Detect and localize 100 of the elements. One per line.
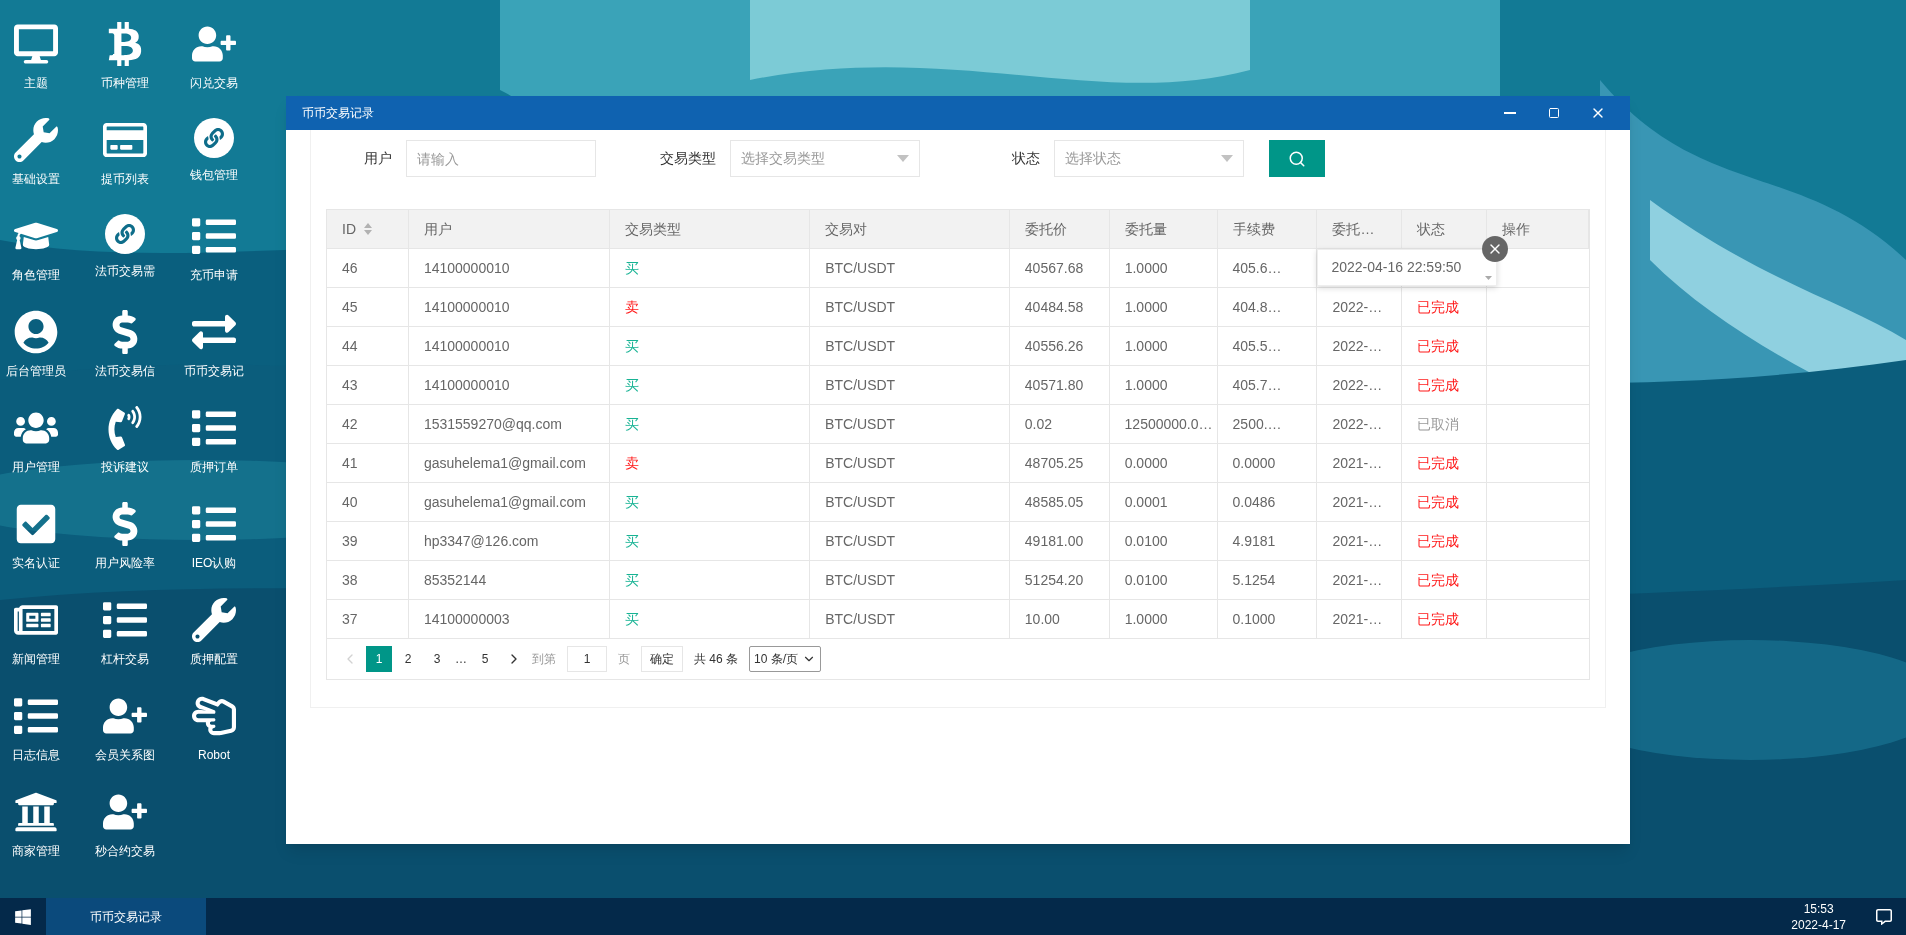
search-button[interactable] xyxy=(1269,140,1325,177)
desktop-icon-label[interactable]: 主题 xyxy=(24,74,48,92)
confirm-button[interactable]: 确定 xyxy=(641,646,683,672)
table-cell-text: 0.0100 xyxy=(1124,531,1168,551)
column-header: 委托价 xyxy=(1024,219,1067,239)
desktop-icon-label[interactable]: 钱包管理 xyxy=(190,166,238,184)
minimize-icon xyxy=(1504,112,1516,114)
hand-icon[interactable] xyxy=(192,694,236,738)
table-cell-text: hp3347@126.com xyxy=(423,531,539,551)
column-header: 交易类型 xyxy=(624,219,681,239)
column-header: 状态 xyxy=(1417,219,1446,239)
desktop-icon-label[interactable]: 用户风险率 xyxy=(95,554,155,572)
page-input[interactable]: 1 xyxy=(567,646,607,672)
page-button[interactable]: 3 xyxy=(424,646,450,672)
table-cell-text: 2022-… xyxy=(1332,375,1383,395)
table-cell-text: 40556.26 xyxy=(1024,336,1084,356)
page-button[interactable]: 2 xyxy=(395,646,421,672)
search-field[interactable]: 请输入 xyxy=(406,140,596,177)
bank-icon[interactable] xyxy=(14,790,58,834)
column-header: ID xyxy=(342,219,356,239)
table-cell-text: 1.0000 xyxy=(1124,258,1168,278)
desktop-icon-label[interactable]: 提币列表 xyxy=(101,170,149,188)
clock-time[interactable]: 15:53 xyxy=(1803,900,1834,917)
table-cell-text: 2021-… xyxy=(1332,453,1383,473)
status-text: 已完成 xyxy=(1417,609,1460,629)
desktop-icon-label[interactable]: 杠杆交易 xyxy=(101,650,149,668)
table-cell-text: 0.0001 xyxy=(1124,492,1168,512)
wrench-icon[interactable] xyxy=(192,598,236,642)
status-text: 已完成 xyxy=(1417,531,1460,551)
table-cell-text: 0.0100 xyxy=(1124,570,1168,590)
window-title: 币币交易记录 xyxy=(302,105,375,122)
desktop-icon-label[interactable]: IEO认购 xyxy=(191,554,237,572)
desktop-icon-label[interactable]: 充币申请 xyxy=(190,266,238,284)
desktop-icon-label[interactable]: 币种管理 xyxy=(101,74,149,92)
desktop-icon-label[interactable]: 质押订单 xyxy=(190,458,238,476)
table-cell-text: 14100000010 xyxy=(423,336,510,356)
desktop-icon-label[interactable]: 质押配置 xyxy=(190,650,238,668)
desktop-icon-label[interactable]: 实名认证 xyxy=(12,554,60,572)
column-header: 操作 xyxy=(1502,219,1531,239)
table-cell-text: 40 xyxy=(342,492,358,512)
table-cell-text: 40567.68 xyxy=(1024,258,1084,278)
column-header: 交易对 xyxy=(825,219,868,239)
wrench-icon[interactable] xyxy=(14,118,58,162)
desktop-icon-label[interactable]: 商家管理 xyxy=(12,842,60,860)
table-cell-text: BTC/USDT xyxy=(825,609,896,629)
status-text: 已完成 xyxy=(1417,375,1460,395)
table-cell-text: 2021-… xyxy=(1332,570,1383,590)
table-cell-text: 2021-… xyxy=(1332,492,1383,512)
table-cell-text: BTC/USDT xyxy=(825,336,896,356)
filter-label: 交易类型 xyxy=(659,149,717,168)
desktop-icon-label[interactable]: 日志信息 xyxy=(12,746,60,764)
table-cell-text: 48585.05 xyxy=(1024,492,1084,512)
filter-label: 用户 xyxy=(363,149,393,168)
table-cell-text: 买 xyxy=(624,375,639,395)
table-cell-text: gasuhelema1@gmail.com xyxy=(423,492,586,512)
taskbar-item[interactable]: 币币交易记录 xyxy=(46,898,206,935)
desktop-icon-label[interactable]: 后台管理员 xyxy=(6,362,66,380)
table-cell-text: 405.5… xyxy=(1232,336,1282,356)
desktop-icon-label[interactable]: 法币交易信 xyxy=(95,362,155,380)
table-cell-text: 1.0000 xyxy=(1124,297,1168,317)
status-text: 已完成 xyxy=(1417,297,1460,317)
desktop-icon-label[interactable]: 会员关系图 xyxy=(95,746,155,764)
table-cell-text: 44 xyxy=(342,336,358,356)
table-cell-text: 买 xyxy=(624,492,639,512)
notification-icon[interactable] xyxy=(1876,908,1892,925)
desktop-icon-label[interactable]: Robot xyxy=(198,746,230,764)
table-cell-text: 14100000010 xyxy=(423,297,510,317)
table-cell-text: BTC/USDT xyxy=(825,297,896,317)
table-cell-text: 买 xyxy=(624,570,639,590)
page-size-select[interactable]: 10 条/页 xyxy=(749,646,822,672)
maximize-icon xyxy=(1548,107,1560,119)
tooltip-text: 2022-04-16 22:59:50 xyxy=(1331,258,1462,277)
page-button[interactable]: 1 xyxy=(366,646,392,672)
table-cell-text: 2022-… xyxy=(1332,297,1383,317)
caret-icon xyxy=(1221,155,1233,162)
desktop-icon-label[interactable]: 新闻管理 xyxy=(12,650,60,668)
close-button[interactable] xyxy=(1482,236,1509,262)
table-cell-text: 买 xyxy=(624,531,639,551)
desktop-icon-label[interactable]: 用户管理 xyxy=(12,458,60,476)
table-cell-text: 46 xyxy=(342,258,358,278)
filter-label: 状态 xyxy=(1011,149,1041,168)
desktop-icon-label[interactable]: 秒合约交易 xyxy=(95,842,155,860)
table-cell-text: 48705.25 xyxy=(1024,453,1084,473)
desktop-icon-label[interactable]: 角色管理 xyxy=(12,266,60,284)
table-cell-text: BTC/USDT xyxy=(825,375,896,395)
desktop-icon-label[interactable]: 闪兑交易 xyxy=(190,74,238,92)
table-cell-text: 0.1000 xyxy=(1232,609,1276,629)
table-cell-text: 0.0000 xyxy=(1232,453,1276,473)
desktop-icon-label[interactable]: 法币交易需 xyxy=(95,262,155,280)
table-cell-text: 卖 xyxy=(624,453,639,473)
page-button[interactable]: 5 xyxy=(472,646,498,672)
desktop-icon-label[interactable]: 投诉建议 xyxy=(101,458,149,476)
clock-date[interactable]: 2022-4-17 xyxy=(1791,916,1846,933)
monitor-icon[interactable] xyxy=(14,22,58,66)
caret-icon xyxy=(897,155,909,162)
table-cell-text: 2022-… xyxy=(1332,414,1383,434)
checkbox-icon[interactable] xyxy=(14,502,58,546)
pagination-ellipsis: … xyxy=(454,651,468,668)
desktop-icon-label[interactable]: 币币交易记 xyxy=(184,362,244,380)
desktop-icon-label[interactable]: 基础设置 xyxy=(12,170,60,188)
